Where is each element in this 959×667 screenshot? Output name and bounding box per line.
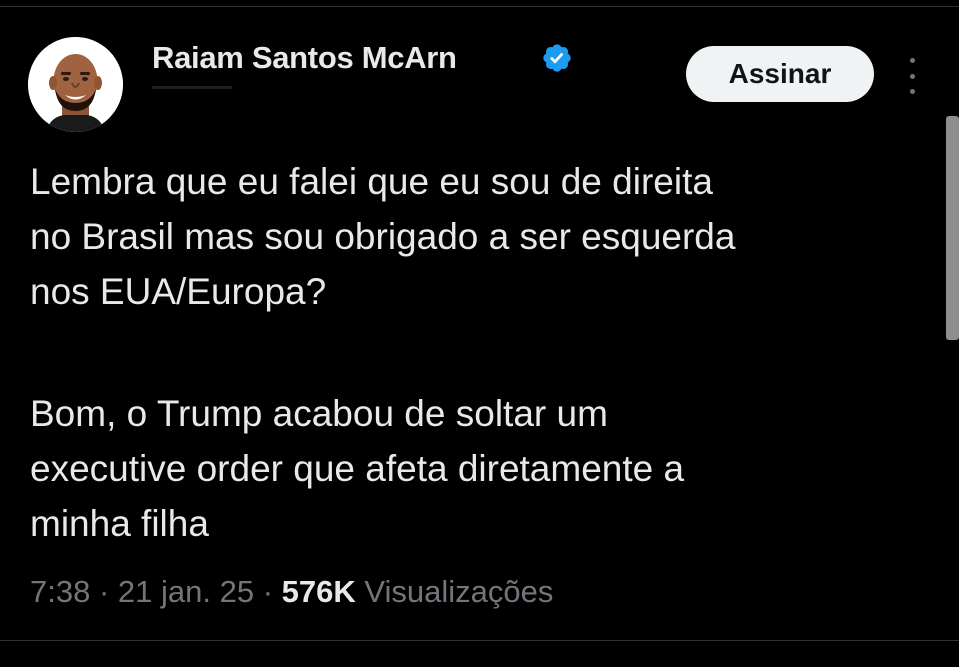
tweet-date[interactable]: 21 jan. 25 (118, 574, 254, 609)
top-divider (0, 6, 959, 7)
avatar-portrait-icon (28, 37, 123, 132)
views-count: 576K (281, 574, 356, 609)
meta-separator: · (262, 574, 274, 609)
tweet-time[interactable]: 7:38 (30, 574, 90, 609)
tweet-meta: 7:38 · 21 jan. 25 · 576K Visualizações (30, 574, 553, 610)
author-name[interactable]: Raiam Santos McArn (152, 40, 457, 76)
dot (909, 58, 915, 63)
views-label: Visualizações (364, 574, 554, 609)
subscribe-button[interactable]: Assinar (686, 46, 874, 102)
more-vertical-icon[interactable] (904, 58, 920, 94)
tweet-text-paragraph-1: Lembra que eu falei que eu sou de direit… (30, 161, 736, 312)
author-handle-placeholder (152, 86, 232, 89)
scrollbar[interactable] (946, 116, 959, 340)
avatar[interactable] (28, 37, 123, 132)
verified-badge-icon (543, 44, 571, 72)
meta-separator: · (98, 574, 110, 609)
bottom-divider (0, 640, 959, 641)
dot (909, 73, 915, 79)
tweet-text-paragraph-2: Bom, o Trump acabou de soltar um executi… (30, 393, 685, 544)
dot (909, 89, 915, 94)
